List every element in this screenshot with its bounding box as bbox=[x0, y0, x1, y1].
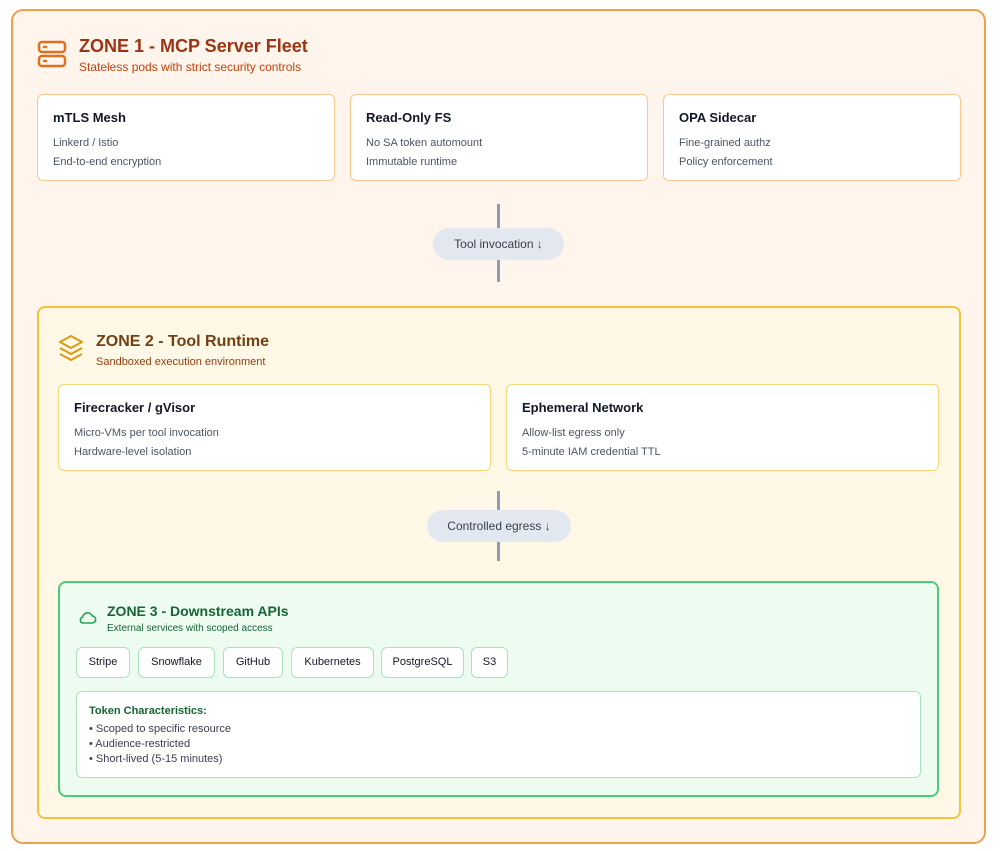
zone3-title: ZONE 3 - Downstream APIs bbox=[107, 603, 289, 619]
token-item: • Scoped to specific resource bbox=[89, 723, 232, 735]
card-line: Fine-grained authz bbox=[679, 137, 771, 149]
card-line: Allow-list egress only bbox=[522, 427, 625, 439]
card-line: Policy enforcement bbox=[679, 156, 773, 168]
card-line: Hardware-level isolation bbox=[74, 446, 192, 458]
zone1-title: ZONE 1 - MCP Server Fleet bbox=[79, 36, 308, 56]
zone2-title: ZONE 2 - Tool Runtime bbox=[96, 333, 270, 350]
token-title: Token Characteristics: bbox=[89, 705, 207, 717]
read-only-fs-card: Read-Only FS No SA token automount Immut… bbox=[350, 94, 648, 181]
chip-kubernetes: Kubernetes bbox=[291, 647, 374, 678]
card-line: Micro-VMs per tool invocation bbox=[74, 427, 219, 439]
zone3-subtitle: External services with scoped access bbox=[107, 623, 273, 634]
token-item: • Audience-restricted bbox=[89, 738, 191, 750]
card-line: Linkerd / Istio bbox=[53, 137, 119, 149]
controlled-egress-label: Controlled egress ↓ bbox=[427, 510, 571, 542]
opa-sidecar-card: OPA Sidecar Fine-grained authz Policy en… bbox=[663, 94, 961, 181]
ephemeral-network-card: Ephemeral Network Allow-list egress only… bbox=[506, 384, 939, 471]
card-line: End-to-end encryption bbox=[53, 156, 162, 168]
cloud-icon bbox=[79, 612, 97, 624]
chip-snowflake: Snowflake bbox=[138, 647, 215, 678]
tool-invocation-label: Tool invocation ↓ bbox=[433, 228, 564, 260]
zone2-header: ZONE 2 - Tool Runtime Sandboxed executio… bbox=[58, 332, 269, 368]
chip-stripe: Stripe bbox=[76, 647, 130, 678]
token-item: • Short-lived (5-15 minutes) bbox=[89, 753, 223, 765]
token-characteristics-box: Token Characteristics: • Scoped to speci… bbox=[76, 691, 921, 778]
card-line: Immutable runtime bbox=[366, 156, 458, 168]
card-title: Firecracker / gVisor bbox=[74, 400, 196, 415]
chip-postgresql: PostgreSQL bbox=[381, 647, 464, 678]
card-title: Ephemeral Network bbox=[522, 400, 644, 415]
card-title: OPA Sidecar bbox=[679, 110, 757, 125]
chip-github: GitHub bbox=[223, 647, 283, 678]
zone2-subtitle: Sandboxed execution environment bbox=[96, 356, 266, 368]
card-line: No SA token automount bbox=[366, 137, 483, 149]
card-title: mTLS Mesh bbox=[53, 110, 126, 125]
zone3-header: ZONE 3 - Downstream APIs External servic… bbox=[77, 602, 289, 634]
zone1-header: ZONE 1 - MCP Server Fleet Stateless pods… bbox=[37, 35, 308, 74]
card-title: Read-Only FS bbox=[366, 110, 452, 125]
mtls-mesh-card: mTLS Mesh Linkerd / Istio End-to-end enc… bbox=[37, 94, 335, 181]
zone1-subtitle: Stateless pods with strict security cont… bbox=[79, 60, 302, 74]
card-line: 5-minute IAM credential TTL bbox=[522, 446, 661, 458]
firecracker-card: Firecracker / gVisor Micro-VMs per tool … bbox=[58, 384, 491, 471]
server-icon bbox=[37, 40, 67, 68]
layers-icon bbox=[59, 335, 83, 361]
chip-s3: S3 bbox=[471, 647, 508, 678]
